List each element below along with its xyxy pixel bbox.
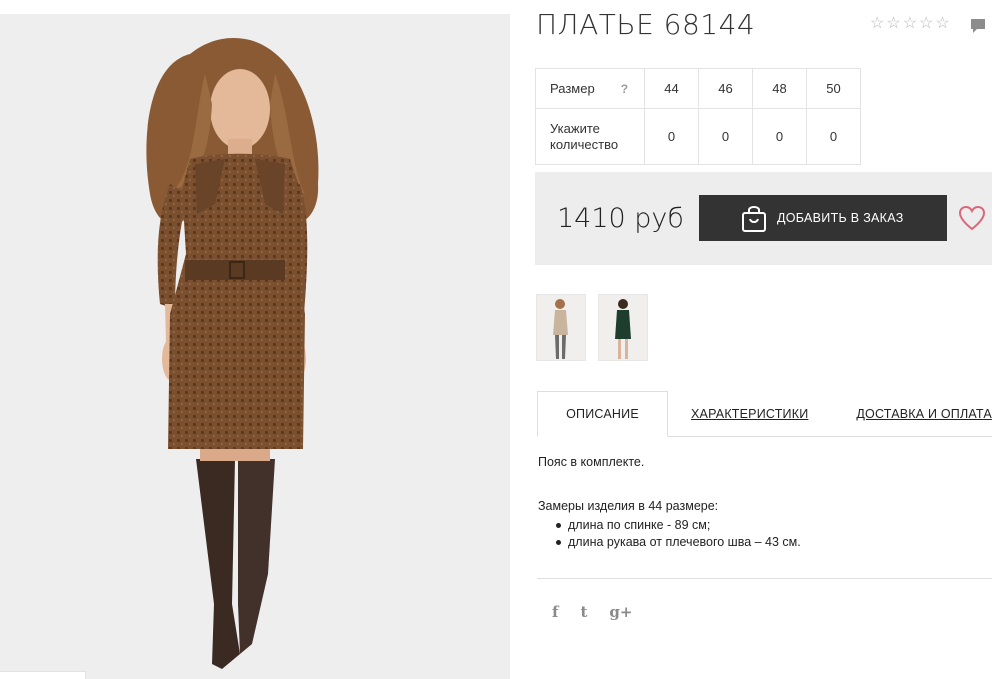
description-text: Пояс в комплекте. xyxy=(538,455,645,469)
list-item: длина рукава от плечевого шва – 43 см. xyxy=(554,534,801,551)
product-title: ПЛАТЬЕ 68144 xyxy=(536,8,756,41)
description-panel: Пояс в комплекте. Замеры изделия в 44 ра… xyxy=(538,454,801,551)
add-to-order-button[interactable]: ДОБАВИТЬ В ЗАКАЗ xyxy=(699,195,947,241)
measurements-list: длина по спинке - 89 см; длина рукава от… xyxy=(554,517,801,551)
size-quantity-table: Размер? 44 46 48 50 Укажите количество 0… xyxy=(535,68,861,165)
quantity-input[interactable]: 0 xyxy=(752,108,807,165)
size-cell: 48 xyxy=(752,68,807,109)
size-row-header: Размер? xyxy=(535,68,645,109)
quantity-input[interactable]: 0 xyxy=(698,108,753,165)
tab-characteristics[interactable]: ХАРАКТЕРИСТИКИ xyxy=(691,391,808,437)
shopping-bag-icon xyxy=(741,204,767,232)
star-icon[interactable]: ☆ xyxy=(935,15,949,33)
size-cell: 44 xyxy=(644,68,699,109)
google-plus-icon[interactable]: g+ xyxy=(609,603,632,621)
model-in-dress-illustration xyxy=(146,37,319,669)
star-icon[interactable]: ☆ xyxy=(886,15,900,33)
star-icon[interactable]: ☆ xyxy=(903,15,917,33)
info-tabs: ОПИСАНИЕ ХАРАКТЕРИСТИКИ ДОСТАВКА И ОПЛАТ… xyxy=(537,391,992,437)
heart-icon[interactable] xyxy=(958,205,986,236)
price-box: 1410 руб ДОБАВИТЬ В ЗАКАЗ xyxy=(535,172,992,265)
size-label: Размер xyxy=(550,80,595,96)
comment-icon[interactable] xyxy=(970,18,986,39)
star-icon[interactable]: ☆ xyxy=(919,15,933,33)
measurements-heading: Замеры изделия в 44 размере: xyxy=(538,499,719,513)
quantity-input[interactable]: 0 xyxy=(806,108,861,165)
size-cell: 46 xyxy=(698,68,753,109)
thumbnail-beige-dress[interactable] xyxy=(536,294,586,361)
quantity-input[interactable]: 0 xyxy=(644,108,699,165)
main-product-image[interactable] xyxy=(0,14,510,679)
rating-stars[interactable]: ☆ ☆ ☆ ☆ ☆ xyxy=(870,15,950,33)
quantity-label: Укажите количество xyxy=(535,108,645,165)
size-cell: 50 xyxy=(806,68,861,109)
thumbnail-green-dress[interactable] xyxy=(598,294,648,361)
tab-description[interactable]: ОПИСАНИЕ xyxy=(537,391,668,437)
facebook-icon[interactable]: f xyxy=(552,603,558,621)
divider xyxy=(537,578,992,579)
social-share: f t g+ xyxy=(552,603,632,621)
size-row: Размер? 44 46 48 50 xyxy=(535,68,861,109)
tab-delivery-payment[interactable]: ДОСТАВКА И ОПЛАТА xyxy=(856,391,991,437)
product-price: 1410 руб xyxy=(557,203,684,234)
thumbnail-gallery xyxy=(536,294,648,361)
add-to-order-label: ДОБАВИТЬ В ЗАКАЗ xyxy=(777,211,904,225)
quantity-row: Укажите количество 0 0 0 0 xyxy=(535,108,861,165)
star-icon[interactable]: ☆ xyxy=(870,15,884,33)
list-item: длина по спинке - 89 см; xyxy=(554,517,801,534)
image-corner-tab xyxy=(0,671,86,679)
twitter-icon[interactable]: t xyxy=(580,603,587,621)
size-help-icon[interactable]: ? xyxy=(621,82,628,96)
